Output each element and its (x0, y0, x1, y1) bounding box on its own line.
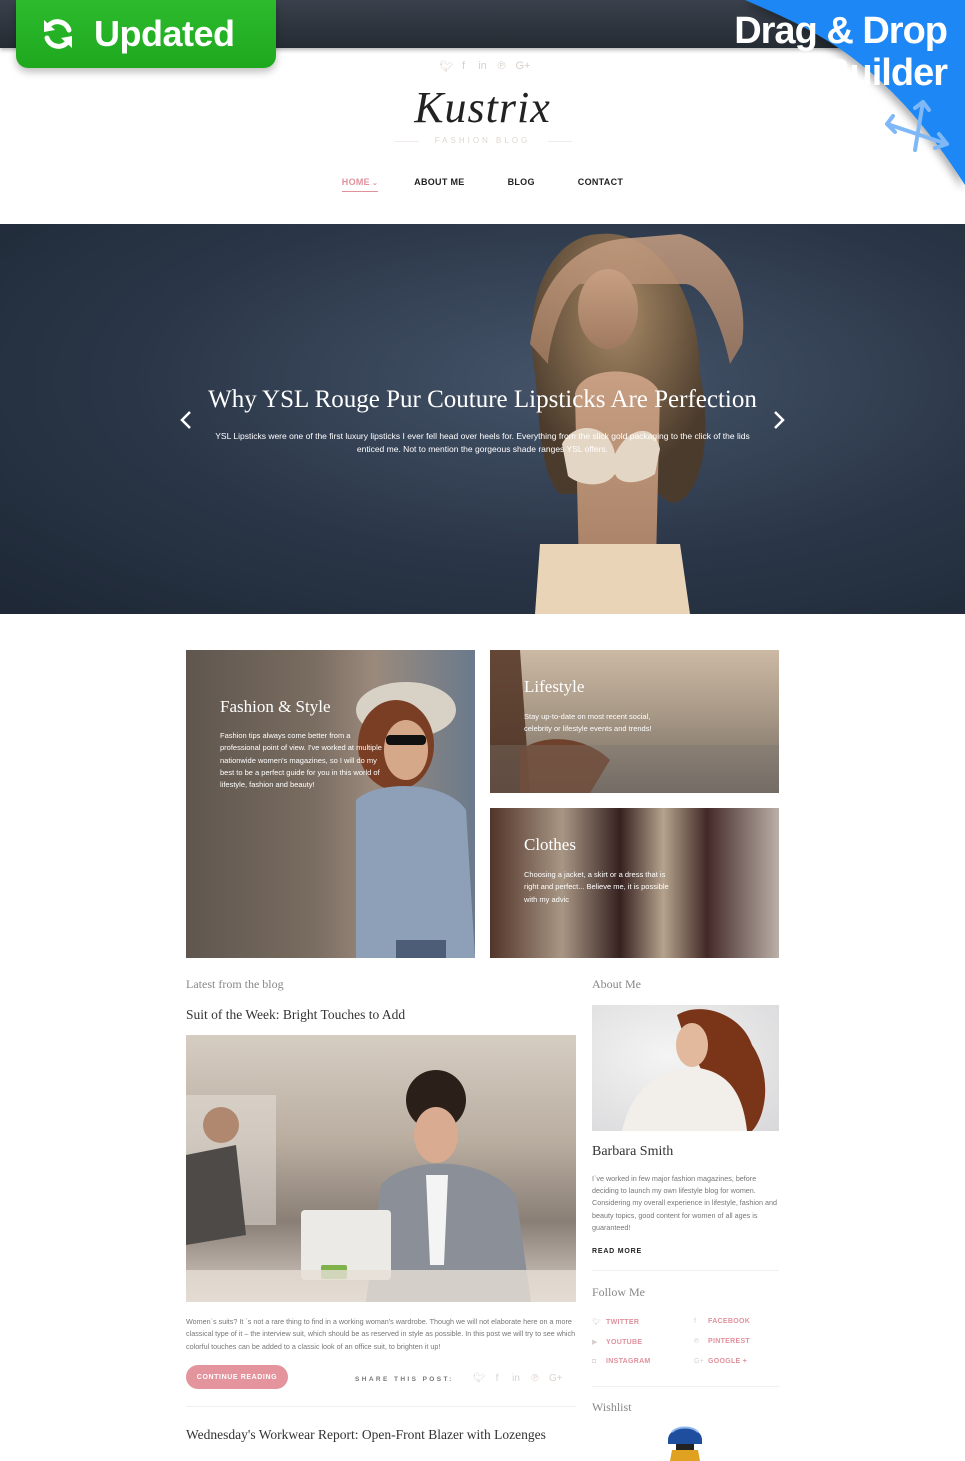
sidebar-divider (592, 1386, 779, 1387)
follow-pinterest[interactable]: ℗ PINTEREST (694, 1338, 750, 1345)
latest-blog-heading: Latest from the blog (186, 977, 284, 991)
linkedin-icon[interactable]: in (511, 1373, 521, 1384)
move-arrows-icon (885, 100, 949, 152)
follow-label: GOOGLE + (708, 1358, 748, 1365)
follow-youtube[interactable]: ▶ YOUTUBE (592, 1338, 643, 1347)
youtube-icon: ▶ (592, 1339, 598, 1346)
follow-label: PINTEREST (708, 1338, 750, 1345)
share-label: SHARE THIS POST: (355, 1376, 454, 1383)
hero-title[interactable]: Why YSL Rouge Pur Couture Lipsticks Are … (0, 386, 965, 414)
category-description: Fashion tips always come better from a p… (220, 731, 382, 790)
facebook-icon[interactable]: f (459, 60, 469, 73)
chevron-down-icon: ⌄ (371, 180, 379, 187)
nav-home-label: HOME (341, 177, 370, 187)
instagram-icon: ◘ (592, 1358, 597, 1365)
nav-home[interactable]: HOME ⌄ (341, 177, 379, 192)
author-name: Barbara Smith (592, 1144, 674, 1159)
follow-twitter[interactable]: 🐦︎ TWITTER (592, 1318, 640, 1327)
category-description: Choosing a jacket, a skirt or a dress th… (524, 870, 669, 904)
twitter-icon[interactable]: 🐦︎ (473, 1373, 486, 1384)
pinterest-icon: ℗ (694, 1338, 700, 1345)
nav-about-me[interactable]: ABOUT ME (414, 177, 464, 192)
follow-facebook[interactable]: f FACEBOOK (694, 1318, 750, 1325)
sync-icon (44, 19, 72, 49)
twitter-icon: 🐦︎ (592, 1319, 601, 1326)
follow-me-heading: Follow Me (592, 1285, 646, 1299)
facebook-icon: f (694, 1318, 696, 1325)
fashion-tile-image (356, 682, 475, 958)
follow-label: YOUTUBE (606, 1338, 643, 1346)
author-photo (592, 1005, 779, 1131)
nav-blog[interactable]: BLOG (508, 177, 535, 192)
google-plus-icon: G+ (694, 1358, 704, 1365)
twitter-icon[interactable]: 🐦︎ (440, 60, 454, 73)
follow-label: TWITTER (606, 1318, 640, 1326)
drag-drop-banner: Drag & Drop Builder (565, 0, 965, 200)
author-bio: I`ve worked in few major fashion magazin… (592, 1174, 777, 1232)
follow-instagram[interactable]: ◘ INSTAGRAM (592, 1358, 651, 1365)
about-me-heading: About Me (592, 977, 641, 991)
wishlist-heading: Wishlist (592, 1400, 632, 1414)
post-title[interactable]: Wednesday's Workwear Report: Open-Front … (186, 1426, 546, 1443)
post-image[interactable] (186, 1035, 576, 1302)
continue-reading-button[interactable]: CONTINUE READING (186, 1365, 288, 1389)
wishlist-product-image[interactable] (664, 1420, 706, 1461)
linkedin-icon[interactable]: in (478, 60, 488, 73)
read-more-link[interactable]: READ MORE (592, 1248, 642, 1255)
author-image (622, 1009, 766, 1131)
drag-drop-title: Drag & Drop (734, 10, 948, 52)
updated-badge: Updated (16, 0, 276, 68)
follow-google-plus[interactable]: G+ GOOGLE + (694, 1358, 747, 1365)
hero-slider (0, 224, 965, 614)
google-plus-icon[interactable]: G+ (549, 1373, 563, 1384)
post-photo (186, 1070, 576, 1302)
post-title[interactable]: Suit of the Week: Bright Touches to Add (186, 1006, 405, 1023)
pinterest-icon[interactable]: ℗ (530, 1373, 540, 1384)
share-icons: 🐦︎ f in ℗ G+ (473, 1373, 563, 1384)
pinterest-icon[interactable]: ℗ (497, 60, 507, 73)
category-description: Stay up-to-date on most recent social, c… (524, 712, 652, 734)
category-title[interactable]: Fashion & Style (220, 697, 331, 717)
hero-image (530, 233, 744, 614)
updated-label: Updated (94, 13, 235, 54)
follow-label: FACEBOOK (708, 1318, 751, 1325)
builder-title: Builder (823, 52, 948, 94)
category-title[interactable]: Clothes (524, 835, 576, 855)
sidebar-divider (592, 1270, 779, 1271)
google-plus-icon[interactable]: G+ (516, 60, 531, 73)
follow-label: INSTAGRAM (606, 1358, 651, 1365)
post-excerpt: Women`s suits? It `s not a rare thing to… (186, 1317, 576, 1351)
hero-text: YSL Lipsticks were one of the first luxu… (215, 431, 750, 454)
facebook-icon[interactable]: f (492, 1373, 502, 1384)
category-title[interactable]: Lifestyle (524, 677, 584, 697)
post-divider (186, 1406, 576, 1407)
